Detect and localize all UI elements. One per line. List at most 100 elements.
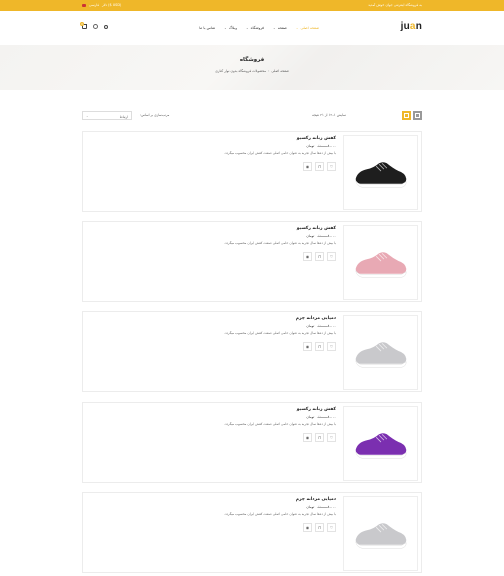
product-actions: ♡ ⊓ ◉ — [96, 433, 336, 442]
breadcrumb-home[interactable]: صفحه اصلی — [271, 69, 288, 73]
product-title[interactable]: دمپایی مردانه چرم — [96, 497, 336, 502]
header-actions: 0 — [80, 22, 108, 29]
product-info: کفش زنانه رکسیو ۱۱۰.۰۰۸۰.۰۰ تومان با بیش ا… — [96, 136, 336, 171]
view-switcher — [402, 111, 422, 120]
site-header: juan صفحه اصلی ⌄ صفحه ⌄ فروشگاه ⌄ وبلاگ … — [0, 11, 504, 45]
product-info: دمپایی مردانه چرم ۱۱۰.۰۰۸۰.۰۰ تومان با بیش… — [96, 497, 336, 532]
shoe-image — [355, 162, 407, 188]
list-view-button[interactable] — [402, 111, 411, 120]
product-card: کفش زنانه رکسیو ۱۱۰.۰۰۸۰.۰۰ تومان با بیش ا… — [82, 131, 422, 212]
bag-icon: ⊓ — [317, 344, 322, 349]
product-description: با بیش از ده‌ها سال تجربه به عنوان حامی … — [224, 422, 336, 426]
product-old-price: ۱۱۰.۰۰ — [317, 505, 328, 509]
user-icon[interactable] — [93, 24, 98, 29]
nav-item-contact[interactable]: تماس با ما — [199, 26, 215, 30]
product-title[interactable]: دمپایی مردانه چرم — [96, 316, 336, 321]
page-banner: فروشگاه صفحه اصلی›محصولات فروشگاه بدون ن… — [0, 45, 504, 90]
product-price: ۱۱۰.۰۰۸۰.۰۰ تومان — [96, 505, 336, 509]
sort-selected-value: ارتباط — [119, 114, 128, 119]
sort-select[interactable]: ارتباط ⌄ — [82, 111, 132, 120]
heart-icon: ♡ — [329, 344, 334, 349]
site-logo[interactable]: juan — [401, 21, 422, 32]
heart-icon: ♡ — [329, 525, 334, 530]
quickview-button[interactable]: ◉ — [303, 252, 312, 261]
breadcrumb-current: محصولات فروشگاه بدون نوار کناری — [215, 69, 267, 73]
eye-icon: ◉ — [305, 344, 310, 349]
product-old-price: ۱۱۰.۰۰ — [317, 234, 328, 238]
bag-icon: ⊓ — [317, 254, 322, 259]
wishlist-button[interactable]: ♡ — [327, 433, 336, 442]
product-old-price: ۱۱۰.۰۰ — [317, 324, 328, 328]
eye-icon: ◉ — [305, 164, 310, 169]
heart-icon: ♡ — [329, 164, 334, 169]
product-actions: ♡ ⊓ ◉ — [96, 342, 336, 351]
bag-icon: ⊓ — [317, 525, 322, 530]
sort-label: مرتب‌سازی بر اساس: — [140, 113, 170, 117]
cart-icon[interactable]: 0 — [80, 22, 87, 29]
breadcrumb-separator-icon: › — [268, 69, 270, 73]
product-price: ۱۱۰.۰۰۸۰.۰۰ تومان — [96, 234, 336, 238]
wishlist-button[interactable]: ♡ — [327, 252, 336, 261]
breadcrumb: صفحه اصلی›محصولات فروشگاه بدون نوار کنار… — [0, 69, 504, 73]
nav-item-page[interactable]: صفحه ⌄ — [273, 26, 287, 30]
eye-icon: ◉ — [305, 525, 310, 530]
product-card: دمپایی مردانه چرم ۱۱۰.۰۰۸۰.۰۰ تومان با بیش… — [82, 492, 422, 573]
cart-count-badge: 0 — [80, 22, 84, 26]
nav-item-shop[interactable]: فروشگاه ⌄ — [246, 26, 264, 30]
promo-text: به فروشگاه اینترنتی جوان خوش آمدید — [368, 3, 422, 7]
product-description: با بیش از ده‌ها سال تجربه به عنوان حامی … — [224, 512, 336, 516]
flag-icon — [82, 3, 86, 7]
shoe-image — [355, 252, 407, 278]
heart-icon: ♡ — [329, 435, 334, 440]
bag-icon: ⊓ — [317, 164, 322, 169]
quickview-button[interactable]: ◉ — [303, 342, 312, 351]
product-image[interactable] — [343, 496, 418, 571]
product-image[interactable] — [343, 315, 418, 390]
language-switcher[interactable]: فارسی — [89, 3, 99, 7]
product-price: ۱۱۰.۰۰۸۰.۰۰ تومان — [96, 144, 336, 148]
grid-view-button[interactable] — [413, 111, 422, 120]
grid-icon — [415, 113, 420, 118]
product-old-price: ۱۱۰.۰۰ — [317, 144, 328, 148]
quickview-button[interactable]: ◉ — [303, 433, 312, 442]
top-bar: به فروشگاه اینترنتی جوان خوش آمدید فارسی… — [0, 0, 504, 11]
currency-switcher[interactable]: دلار ($ USD) — [102, 3, 121, 7]
product-info: کفش زنانه رکسیو ۱۱۰.۰۰۸۰.۰۰ تومان با بیش ا… — [96, 226, 336, 261]
add-to-cart-button[interactable]: ⊓ — [315, 342, 324, 351]
product-actions: ♡ ⊓ ◉ — [96, 252, 336, 261]
product-title[interactable]: کفش زنانه رکسیو — [96, 226, 336, 231]
add-to-cart-button[interactable]: ⊓ — [315, 523, 324, 532]
product-title[interactable]: کفش زنانه رکسیو — [96, 136, 336, 141]
list-icon — [404, 113, 409, 118]
product-old-price: ۱۱۰.۰۰ — [317, 415, 328, 419]
result-count: نمایش ۱–۱۲ از ۲۱ نتیجه — [312, 113, 346, 117]
product-image[interactable] — [343, 406, 418, 481]
product-price: ۱۱۰.۰۰۸۰.۰۰ تومان — [96, 415, 336, 419]
product-description: با بیش از ده‌ها سال تجربه به عنوان حامی … — [224, 331, 336, 335]
add-to-cart-button[interactable]: ⊓ — [315, 162, 324, 171]
product-info: کفش زنانه رکسیو ۱۱۰.۰۰۸۰.۰۰ تومان با بیش ا… — [96, 407, 336, 442]
quickview-button[interactable]: ◉ — [303, 162, 312, 171]
product-image[interactable] — [343, 135, 418, 210]
nav-item-home[interactable]: صفحه اصلی ⌄ — [296, 26, 319, 30]
add-to-cart-button[interactable]: ⊓ — [315, 433, 324, 442]
quickview-button[interactable]: ◉ — [303, 523, 312, 532]
eye-icon: ◉ — [305, 254, 310, 259]
nav-item-blog[interactable]: وبلاگ ⌄ — [224, 26, 237, 30]
product-title[interactable]: کفش زنانه رکسیو — [96, 407, 336, 412]
shoe-image — [355, 523, 407, 549]
page-title: فروشگاه — [239, 57, 265, 63]
product-image[interactable] — [343, 225, 418, 300]
wishlist-button[interactable]: ♡ — [327, 162, 336, 171]
search-icon[interactable] — [104, 24, 108, 29]
add-to-cart-button[interactable]: ⊓ — [315, 252, 324, 261]
product-card: دمپایی مردانه چرم ۱۱۰.۰۰۸۰.۰۰ تومان با بیش… — [82, 311, 422, 392]
chevron-down-icon: ⌄ — [86, 114, 89, 118]
wishlist-button[interactable]: ♡ — [327, 523, 336, 532]
product-info: دمپایی مردانه چرم ۱۱۰.۰۰۸۰.۰۰ تومان با بیش… — [96, 316, 336, 351]
shoe-image — [355, 342, 407, 368]
heart-icon: ♡ — [329, 254, 334, 259]
wishlist-button[interactable]: ♡ — [327, 342, 336, 351]
product-description: با بیش از ده‌ها سال تجربه به عنوان حامی … — [224, 241, 336, 245]
product-description: با بیش از ده‌ها سال تجربه به عنوان حامی … — [224, 151, 336, 155]
